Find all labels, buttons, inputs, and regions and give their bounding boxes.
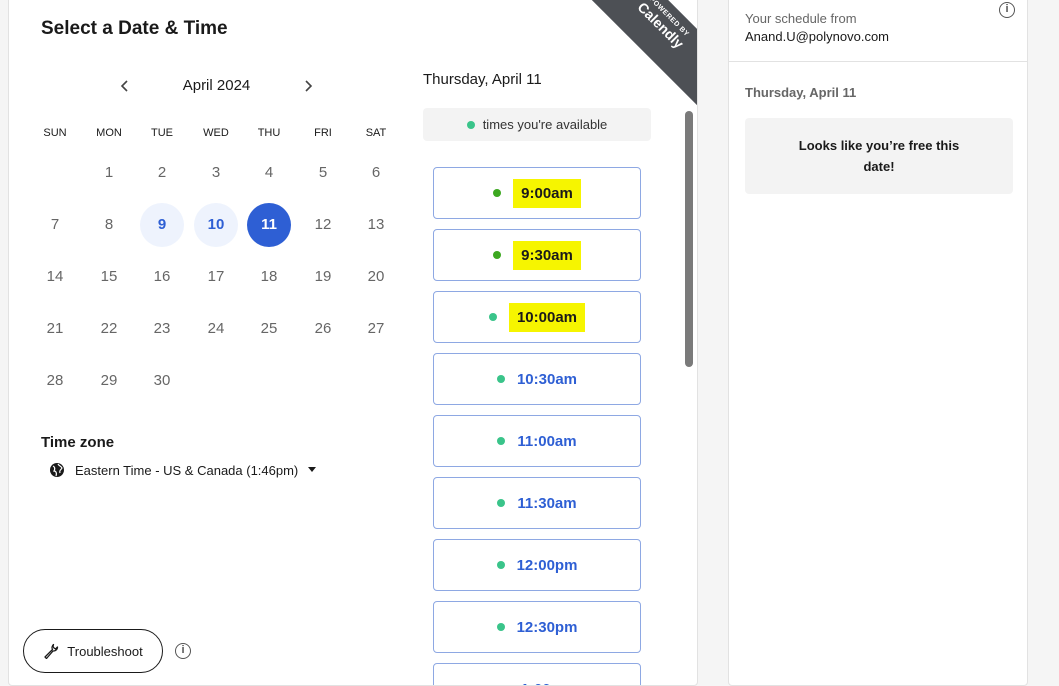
time-slot-button[interactable]: 9:00am — [433, 167, 641, 219]
time-slot-button[interactable]: 11:30am — [433, 477, 641, 529]
calendar-day: 22 — [87, 307, 131, 351]
weekday-thu: THU — [245, 127, 293, 139]
weekday-fri: FRI — [299, 127, 347, 139]
available-dot-icon — [493, 189, 501, 197]
schedule-from-label: Your schedule from — [745, 11, 857, 26]
time-slot-label: 11:30am — [517, 495, 576, 512]
legend-label: times you're available — [483, 117, 608, 132]
timezone-label: Time zone — [41, 434, 114, 451]
calendar-day: 21 — [33, 307, 77, 351]
calendar-day: 2 — [140, 151, 184, 195]
weekday-sat: SAT — [352, 127, 400, 139]
time-slot-label: 12:30pm — [517, 619, 578, 636]
calendar-day: 30 — [140, 359, 184, 403]
time-slot-button[interactable]: 10:30am — [433, 353, 641, 405]
selected-date-heading: Thursday, April 11 — [423, 71, 542, 88]
available-dot-icon — [497, 623, 505, 631]
time-slot-button[interactable]: 9:30am — [433, 229, 641, 281]
calendar-day: 6 — [354, 151, 398, 195]
time-slot-button[interactable]: 10:00am — [433, 291, 641, 343]
available-dot-icon — [497, 561, 505, 569]
calendar-day[interactable]: 9 — [140, 203, 184, 247]
info-icon[interactable]: i — [175, 643, 191, 659]
time-slot-label: 10:00am — [509, 303, 585, 332]
time-slot-button[interactable]: 11:00am — [433, 415, 641, 467]
month-label: April 2024 — [109, 77, 324, 94]
calendar-day: 23 — [140, 307, 184, 351]
globe-icon — [49, 462, 65, 478]
calendar-day: 16 — [140, 255, 184, 299]
calendar-day: 29 — [87, 359, 131, 403]
page-title: Select a Date & Time — [41, 18, 228, 40]
calendly-ribbon: POWERED BY Calendly — [579, 0, 698, 107]
calendar-day-selected[interactable]: 11 — [247, 203, 291, 247]
timezone-value: Eastern Time - US & Canada (1:46pm) — [75, 463, 298, 478]
calendar-day: 20 — [354, 255, 398, 299]
caret-down-icon — [308, 467, 316, 473]
month-navigation: April 2024 — [109, 75, 319, 99]
divider — [729, 61, 1027, 62]
calendar-day: 1 — [87, 151, 131, 195]
time-slot-scrollbar[interactable] — [685, 111, 693, 367]
available-dot-icon — [497, 375, 505, 383]
troubleshoot-button[interactable]: Troubleshoot — [23, 629, 163, 673]
calendar-day: 8 — [87, 203, 131, 247]
available-dot-icon — [493, 251, 501, 259]
available-dot-icon — [497, 499, 505, 507]
time-slot-label: 10:30am — [517, 371, 577, 388]
time-slot-label: 9:30am — [513, 241, 581, 270]
schedule-panel: Your schedule from Anand.U@polynovo.com … — [728, 0, 1028, 686]
time-slot-button[interactable]: 12:00pm — [433, 539, 641, 591]
time-slot-label: 1:00pm — [521, 681, 574, 686]
available-dot-icon — [497, 437, 505, 445]
ribbon-brand: Calendly — [595, 0, 698, 91]
booking-panel: Select a Date & Time POWERED BY Calendly… — [8, 0, 698, 686]
calendar-day: 17 — [194, 255, 238, 299]
wrench-icon — [43, 643, 59, 659]
calendar-day: 26 — [301, 307, 345, 351]
weekday-mon: MON — [85, 127, 133, 139]
time-slot-button[interactable]: 1:00pm — [433, 663, 641, 686]
time-slot-label: 11:00am — [517, 433, 576, 450]
schedule-date: Thursday, April 11 — [745, 85, 856, 100]
calendar-day: 24 — [194, 307, 238, 351]
calendar-day: 25 — [247, 307, 291, 351]
calendar-day: 27 — [354, 307, 398, 351]
calendar-day[interactable]: 10 — [194, 203, 238, 247]
calendar-day: 15 — [87, 255, 131, 299]
calendar-day: 12 — [301, 203, 345, 247]
chevron-right-icon[interactable] — [296, 75, 320, 99]
weekday-sun: SUN — [31, 127, 79, 139]
calendar-day: 13 — [354, 203, 398, 247]
calendar-day: 3 — [194, 151, 238, 195]
troubleshoot-label: Troubleshoot — [67, 644, 142, 659]
calendar-day: 5 — [301, 151, 345, 195]
availability-legend: times you're available — [423, 108, 651, 141]
time-slot-label: 12:00pm — [517, 557, 578, 574]
info-icon[interactable]: i — [999, 2, 1015, 18]
calendar-day: 4 — [247, 151, 291, 195]
calendar-day: 14 — [33, 255, 77, 299]
time-slot-button[interactable]: 12:30pm — [433, 601, 641, 653]
calendar-day: 28 — [33, 359, 77, 403]
weekday-tue: TUE — [138, 127, 186, 139]
free-date-message: Looks like you’re free this date! — [745, 118, 1013, 194]
weekday-wed: WED — [192, 127, 240, 139]
available-dot-icon — [489, 313, 497, 321]
timezone-select[interactable]: Eastern Time - US & Canada (1:46pm) — [49, 462, 316, 478]
available-dot-icon — [467, 121, 475, 129]
calendar-day: 18 — [247, 255, 291, 299]
schedule-email: Anand.U@polynovo.com — [745, 29, 889, 44]
calendar-day: 19 — [301, 255, 345, 299]
time-slot-label: 9:00am — [513, 179, 581, 208]
calendar-day: 7 — [33, 203, 77, 247]
